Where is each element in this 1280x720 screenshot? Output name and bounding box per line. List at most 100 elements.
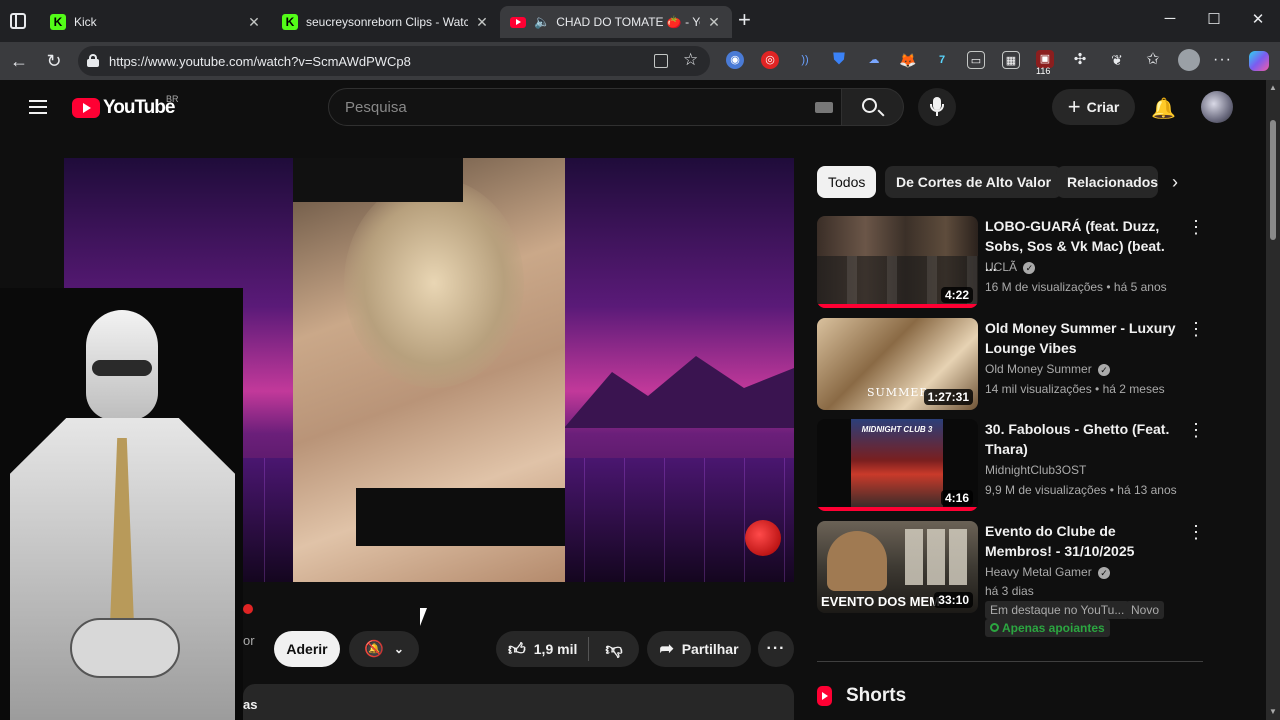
- more-vertical-icon[interactable]: ⋮: [1187, 523, 1205, 541]
- page-scrollbar[interactable]: ▲ ▼: [1266, 80, 1280, 720]
- video-title: 30. Fabolous - Ghetto (Feat. Thara): [985, 421, 1170, 457]
- thumbs-down-icon: 👎︎: [605, 639, 623, 659]
- search-button[interactable]: [842, 88, 904, 126]
- shield-extension-icon[interactable]: ⛊: [830, 51, 848, 69]
- like-count: 1,9 mil: [533, 641, 578, 657]
- more-vertical-icon[interactable]: ⋮: [1187, 421, 1205, 439]
- video-thumbnail[interactable]: SUMMER 1:27:31: [817, 318, 978, 410]
- tab-actions-icon[interactable]: [10, 13, 26, 29]
- favorite-star-icon[interactable]: ☆: [683, 50, 698, 70]
- performance-icon[interactable]: ❦: [1108, 51, 1126, 69]
- webcam-overlay: [0, 288, 243, 720]
- verified-check-icon: ✓: [1098, 364, 1111, 376]
- verified-check-icon: ✓: [1098, 567, 1111, 579]
- copilot-icon[interactable]: [1249, 51, 1269, 71]
- keyboard-icon[interactable]: [815, 102, 833, 113]
- subscribed-notifications-button[interactable]: 🔕 ⌄: [349, 631, 419, 667]
- account-avatar[interactable]: [1201, 91, 1233, 123]
- youtube-logo[interactable]: YouTube BR: [72, 94, 192, 120]
- channel-name[interactable]: Old Money Summer ✓: [985, 362, 1111, 376]
- video-thumbnail[interactable]: MIDNIGHT CLUB 3 4:16: [817, 419, 978, 511]
- lens-extension-icon[interactable]: ◉: [726, 51, 744, 69]
- censor-bar-bottom: [356, 488, 565, 546]
- profile-avatar[interactable]: [1178, 49, 1200, 71]
- site-info-icon[interactable]: [87, 54, 99, 67]
- close-tab-icon[interactable]: ✕: [246, 14, 262, 31]
- bell-off-icon: 🔕: [364, 641, 384, 658]
- more-vertical-icon[interactable]: ⋮: [1187, 320, 1205, 338]
- tab-youtube-active[interactable]: 🔈 CHAD DO TOMATE 🍅 - You ✕: [500, 6, 732, 38]
- scroll-up-arrow-icon[interactable]: ▲: [1269, 83, 1277, 92]
- mouse-cursor-icon: [420, 608, 427, 626]
- kick-favicon-icon: K: [50, 14, 66, 30]
- fox-extension-icon[interactable]: 🦊: [899, 51, 917, 69]
- like-button[interactable]: 👍︎ 1,9 mil: [496, 631, 588, 667]
- youtube-play-icon: [72, 98, 100, 118]
- app-install-icon[interactable]: [654, 54, 668, 68]
- notifications-bell-icon[interactable]: 🔔: [1151, 96, 1176, 121]
- search-input[interactable]: Pesquisa: [328, 88, 842, 126]
- cloud-extension-icon[interactable]: ☁: [865, 51, 883, 69]
- back-arrow-icon[interactable]: ←: [8, 51, 30, 71]
- grid-extension-icon[interactable]: ▦: [1002, 51, 1020, 69]
- thumbnail-characters: [827, 531, 887, 591]
- minimize-window-icon[interactable]: ─: [1160, 10, 1180, 27]
- shorts-title: Shorts: [846, 685, 907, 706]
- video-thumbnail[interactable]: EVENTO DOS MEM 33:10: [817, 521, 978, 613]
- tab-kick-clips[interactable]: K seucreysonreborn Clips - Watch L ✕: [272, 6, 500, 38]
- recommendation-item[interactable]: SUMMER 1:27:31 Old Money Summer - Luxury…: [817, 318, 1207, 414]
- reload-icon[interactable]: ↻: [43, 51, 65, 71]
- more-vertical-icon[interactable]: ⋮: [1187, 218, 1205, 236]
- close-window-icon[interactable]: ✕: [1248, 10, 1268, 28]
- recommendation-item[interactable]: EVENTO DOS MEM 33:10 Evento do Clube de …: [817, 521, 1207, 641]
- red-extension-icon[interactable]: ◎: [761, 51, 779, 69]
- create-button[interactable]: + Criar: [1052, 89, 1135, 125]
- join-button[interactable]: Aderir: [274, 631, 340, 667]
- channel-name[interactable]: MidnightClub3OST: [985, 463, 1086, 477]
- more-menu-icon[interactable]: ···: [1213, 51, 1231, 69]
- recommendation-item[interactable]: 4:22 LOBO-GUARÁ (feat. Duzz, Sobs, Sos &…: [817, 216, 1207, 312]
- featured-badge: Em destaque no YouTu...: [985, 601, 1130, 619]
- video-title: Evento do Clube de Membros! - 31/10/2025: [985, 523, 1135, 559]
- audio-extension-icon[interactable]: )): [796, 51, 814, 69]
- create-label: Criar: [1086, 99, 1120, 115]
- chips-next-chevron-icon[interactable]: ›: [1172, 172, 1178, 193]
- favorites-icon[interactable]: ✩: [1144, 51, 1162, 69]
- extensions-puzzle-icon[interactable]: ✣: [1071, 51, 1089, 69]
- close-tab-icon[interactable]: ✕: [706, 14, 722, 31]
- scroll-down-arrow-icon[interactable]: ▼: [1269, 707, 1277, 716]
- channel-name[interactable]: Heavy Metal Gamer ✓: [985, 565, 1111, 579]
- channel-name[interactable]: UCLÃ ✓: [985, 260, 1036, 274]
- chip-todos[interactable]: Todos: [817, 166, 877, 198]
- guide-menu-icon[interactable]: [29, 99, 47, 115]
- channel-name-text: MidnightClub3OST: [985, 463, 1087, 477]
- video-thumbnail[interactable]: 4:22: [817, 216, 978, 308]
- chip-relacionados[interactable]: Relacionados: [1056, 166, 1158, 198]
- recommendation-item[interactable]: MIDNIGHT CLUB 3 4:16 30. Fabolous - Ghet…: [817, 419, 1207, 515]
- description-box[interactable]: as: [243, 684, 794, 720]
- voice-search-button[interactable]: [918, 88, 956, 126]
- speaker-audio-icon[interactable]: 🔈: [534, 14, 550, 30]
- screen-extension-icon[interactable]: ▭: [967, 51, 985, 69]
- address-bar[interactable]: https://www.youtube.com/watch?v=ScmAWdPW…: [78, 46, 710, 76]
- maximize-window-icon[interactable]: ☐: [1204, 10, 1224, 28]
- video-title: Old Money Summer - Luxury Lounge Vibes: [985, 320, 1176, 356]
- figure-hands: [70, 618, 180, 678]
- members-only-label: Apenas apoiantes: [1002, 621, 1105, 635]
- share-button[interactable]: ➦ Partilhar: [647, 631, 751, 667]
- plus-icon: +: [1067, 94, 1081, 119]
- chip-de-cortes[interactable]: De Cortes de Alto Valor: [885, 166, 1063, 198]
- description-partial-text: as: [243, 697, 258, 712]
- more-actions-button[interactable]: ···: [758, 631, 794, 667]
- more-horizontal-icon: ···: [766, 640, 786, 657]
- tab-kick[interactable]: K Kick ✕: [40, 6, 272, 38]
- dislike-button[interactable]: 👎︎: [589, 631, 639, 667]
- watch-progress-bar: [817, 507, 978, 511]
- video-meta: 16 M de visualizações • há 5 anos: [985, 280, 1167, 294]
- live-indicator-dot: [243, 604, 253, 614]
- new-tab-button[interactable]: +: [738, 9, 751, 31]
- tab-title: CHAD DO TOMATE 🍅 - You: [556, 15, 700, 29]
- translate-extension-icon[interactable]: 7: [933, 51, 951, 69]
- scrollbar-thumb[interactable]: [1270, 120, 1276, 240]
- close-tab-icon[interactable]: ✕: [474, 14, 490, 31]
